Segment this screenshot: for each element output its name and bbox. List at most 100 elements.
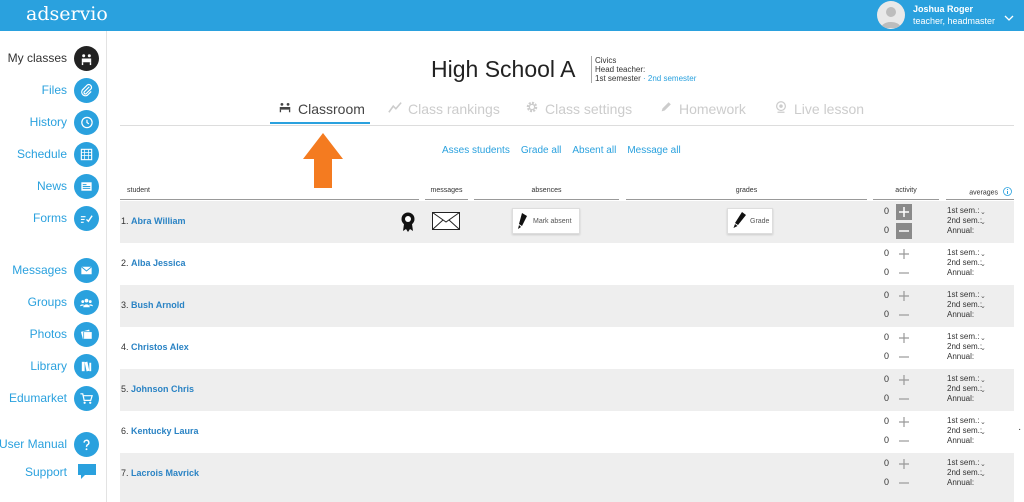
activity-plus-count: 0	[884, 374, 890, 384]
plus-icon[interactable]	[896, 372, 912, 388]
avg-annual-label: Annual:	[947, 268, 975, 277]
chevron-down-icon[interactable]: ⌄	[980, 344, 986, 352]
grade-label: Grade	[750, 217, 770, 225]
chevron-down-icon[interactable]: ⌄	[980, 418, 986, 426]
minus-icon[interactable]	[896, 349, 912, 365]
sidebar-item-edumarket[interactable]: Edumarket	[9, 385, 99, 411]
question-icon	[74, 431, 99, 457]
student-name[interactable]: Christos Alex	[131, 342, 189, 352]
avg-sem2-label: 2nd sem.:	[947, 258, 983, 267]
sidebar-item-photos[interactable]: Photos	[30, 321, 99, 347]
chevron-down-icon[interactable]: ⌄	[980, 208, 986, 216]
student-name[interactable]: Lacrois Mavrick	[131, 468, 199, 478]
avg-sem1-label: 1st sem.:	[947, 290, 980, 299]
chevron-down-icon[interactable]: ⌄	[980, 292, 986, 300]
sidebar-item-library[interactable]: Library	[30, 353, 99, 379]
chevron-down-icon[interactable]: ⌄	[980, 334, 986, 342]
message-all-link[interactable]: Message all	[627, 145, 680, 156]
absent-all-link[interactable]: Absent all	[572, 145, 616, 156]
tab-class-settings[interactable]: Class settings	[525, 100, 632, 117]
sidebar-item-history[interactable]: History	[30, 109, 99, 135]
plus-icon[interactable]	[896, 246, 912, 262]
avg-annual-label: Annual:	[947, 310, 975, 319]
user-name[interactable]: Joshua Roger	[913, 4, 973, 14]
sidebar-item-files[interactable]: Files	[42, 77, 99, 103]
chevron-down-icon[interactable]: ⌄	[980, 218, 986, 226]
table-row: 3. Bush Arnold 0 0 1st sem.: 2nd sem.: A…	[120, 285, 1014, 327]
plus-icon[interactable]	[896, 414, 912, 430]
chevron-down-icon[interactable]: ⌄	[980, 376, 986, 384]
minus-icon[interactable]	[896, 307, 912, 323]
avg-sem1-label: 1st sem.:	[947, 374, 980, 383]
info-icon[interactable]	[1003, 187, 1012, 198]
tab-classroom[interactable]: Classroom	[278, 100, 365, 117]
envelope-icon	[74, 257, 99, 283]
averages-cell: 1st sem.: 2nd sem.: Annual:	[947, 206, 982, 236]
avatar[interactable]	[877, 1, 905, 29]
activity-minus-count: 0	[884, 309, 890, 319]
sidebar-item-user-manual[interactable]: User Manual	[0, 431, 99, 457]
chevron-down-icon[interactable]: ⌄	[980, 470, 986, 478]
chevron-down-icon[interactable]	[1004, 9, 1014, 27]
plus-icon[interactable]	[896, 330, 912, 346]
sidebar-item-schedule[interactable]: Schedule	[17, 141, 99, 167]
sidebar-item-label: History	[29, 115, 67, 129]
plus-icon[interactable]	[896, 288, 912, 304]
history-icon	[74, 109, 99, 135]
student-name[interactable]: Alba Jessica	[131, 258, 186, 268]
sidebar-item-support[interactable]: Support	[25, 459, 99, 485]
envelope-icon[interactable]	[432, 212, 460, 235]
student-name[interactable]: Abra William	[131, 216, 185, 226]
tab-live-lesson[interactable]: Live lesson	[774, 100, 864, 117]
pen-icon	[733, 211, 747, 231]
award-badge-icon[interactable]	[400, 211, 416, 238]
minus-icon[interactable]	[896, 391, 912, 407]
sidebar-item-forms[interactable]: Forms	[33, 205, 99, 231]
semester-active[interactable]: 1st semester	[595, 74, 641, 83]
avg-sem1-label: 1st sem.:	[947, 332, 980, 341]
student-name[interactable]: Bush Arnold	[131, 300, 185, 310]
sidebar-item-news[interactable]: News	[37, 173, 99, 199]
chevron-down-icon[interactable]: ⌄	[980, 250, 986, 258]
semester-separator: ·	[640, 74, 648, 83]
plus-icon[interactable]	[896, 204, 912, 220]
chevron-down-icon[interactable]: ⌄	[980, 460, 986, 468]
grade-button[interactable]: Grade	[727, 208, 773, 234]
table-row: 4. Christos Alex 0 0 1st sem.: 2nd sem.:…	[120, 327, 1014, 369]
sidebar-item-label: Library	[30, 359, 67, 373]
semester-link[interactable]: 2nd semester	[648, 74, 696, 83]
sidebar-item-messages[interactable]: Messages	[12, 257, 99, 283]
minus-icon[interactable]	[896, 433, 912, 449]
plus-icon[interactable]	[896, 456, 912, 472]
sidebar-item-label: Forms	[33, 211, 67, 225]
app-logo[interactable]: adservio	[26, 3, 108, 25]
tab-label: Class rankings	[408, 100, 500, 117]
minus-icon[interactable]	[896, 265, 912, 281]
chat-icon	[74, 460, 99, 485]
chevron-down-icon[interactable]: ⌄	[980, 428, 986, 436]
tab-class-rankings[interactable]: Class rankings	[388, 100, 500, 117]
student-name[interactable]: Johnson Chris	[131, 384, 194, 394]
asses-students-link[interactable]: Asses students	[442, 145, 510, 156]
gear-icon	[525, 100, 539, 117]
group-icon	[74, 289, 99, 315]
sidebar-item-my-classes[interactable]: My classes	[8, 45, 99, 71]
avg-annual-label: Annual:	[947, 478, 975, 487]
pencil-icon	[659, 100, 673, 117]
mark-absent-button[interactable]: Mark absent	[512, 208, 580, 234]
user-role: teacher, headmaster	[913, 16, 996, 26]
minus-icon[interactable]	[896, 223, 912, 239]
grade-all-link[interactable]: Grade all	[521, 145, 562, 156]
minus-icon[interactable]	[896, 475, 912, 491]
column-header-absences: absences	[474, 187, 619, 200]
tab-homework[interactable]: Homework	[659, 100, 746, 117]
chevron-down-icon[interactable]: ⌄	[980, 260, 986, 268]
avg-sem1-label: 1st sem.:	[947, 206, 980, 215]
activity-plus-count: 0	[884, 206, 890, 216]
student-name[interactable]: Kentucky Laura	[131, 426, 199, 436]
student-cell: 1. Abra William	[121, 216, 185, 226]
sidebar-item-groups[interactable]: Groups	[28, 289, 99, 315]
chevron-down-icon[interactable]: ⌄	[980, 302, 986, 310]
student-number: 1.	[121, 216, 129, 226]
chevron-down-icon[interactable]: ⌄	[980, 386, 986, 394]
